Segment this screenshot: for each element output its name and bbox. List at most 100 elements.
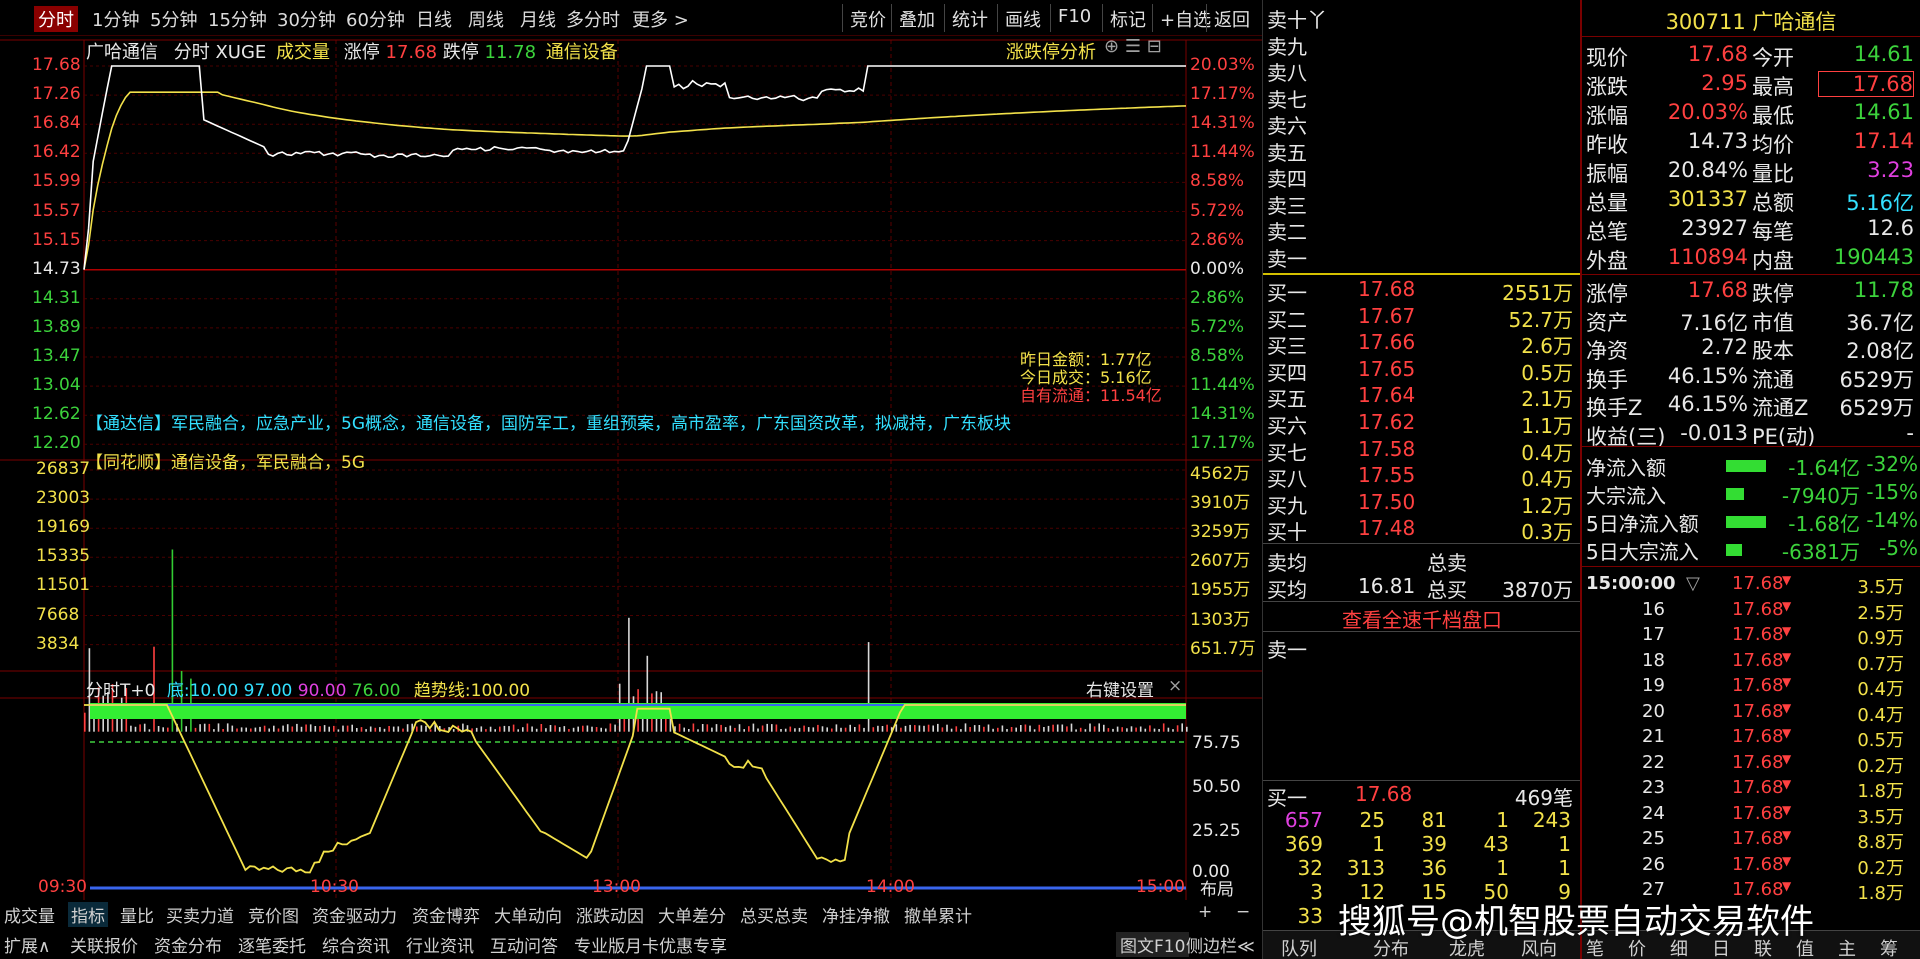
tab-5min[interactable]: 5分钟 — [150, 6, 197, 32]
bottom-tab-1[interactable]: 指标 — [68, 902, 108, 927]
menu-icon[interactable]: ☰ — [1125, 36, 1141, 57]
book-divider — [1263, 273, 1581, 275]
bottom-tab2-5[interactable]: 行业资讯 — [406, 932, 474, 957]
tab-15min[interactable]: 15分钟 — [208, 6, 267, 32]
quote2-value: 7.16亿 — [1680, 310, 1748, 335]
volume-bar — [729, 725, 732, 732]
quote-label: 最低 — [1752, 104, 1794, 128]
close-icon[interactable]: × — [1168, 676, 1182, 696]
watermark: 搜狐号@机智股票自动交易软件 — [1338, 902, 1814, 942]
queue-buy1-count: 469笔 — [1514, 786, 1573, 810]
volume-bar — [328, 726, 330, 732]
bid-row[interactable]: 买一 17.68 2551万 — [1263, 277, 1581, 305]
tab-weekly[interactable]: 周线 — [468, 6, 504, 32]
ask-label: 卖一 — [1267, 246, 1307, 271]
bid-row[interactable]: 买七 17.58 0.4万 — [1263, 437, 1581, 465]
tab-30min[interactable]: 30分钟 — [277, 6, 336, 32]
indicator-title[interactable]: 分时T+0 — [86, 681, 155, 701]
bid-row[interactable]: 买十 17.48 0.3万 — [1263, 516, 1581, 544]
tab-60min[interactable]: 60分钟 — [346, 6, 405, 32]
mark-button[interactable]: 标记 — [1102, 4, 1153, 32]
sidebar-toggle[interactable]: 侧边栏≪ — [1186, 932, 1255, 957]
bottom-tab-5[interactable]: 资金驱动力 — [312, 902, 397, 927]
tab-queue[interactable]: 队列 — [1281, 935, 1317, 959]
tab-multi-intraday[interactable]: 多分时 — [566, 6, 620, 32]
full-depth-link[interactable]: 查看全速千档盘口 — [1263, 604, 1581, 632]
overlay-button[interactable]: 叠加 — [891, 4, 942, 32]
back-button[interactable]: 返回 — [1206, 4, 1257, 32]
volume-bar — [199, 724, 201, 732]
volume-bar — [789, 726, 792, 732]
volume-bar — [392, 726, 395, 732]
queue-cell: 43 — [1483, 832, 1509, 856]
bid-row[interactable]: 买三 17.66 2.6万 — [1263, 330, 1581, 358]
bottom-tab-8[interactable]: 涨跌动因 — [576, 902, 644, 927]
volume-bar — [535, 728, 538, 732]
tick-tab-7[interactable]: 筹 — [1880, 935, 1898, 959]
ask-label: 卖十丫 — [1267, 8, 1327, 32]
pct-axis-label: 5.72% — [1190, 316, 1245, 337]
bottom-tab-11[interactable]: 净挂净撤 — [822, 902, 890, 927]
layout-button[interactable]: 布局 — [1200, 875, 1234, 900]
tab-monthly[interactable]: 月线 — [520, 6, 556, 32]
intraday-chart[interactable]: 广哈通信 分时 XUGE 成交量 涨停 17.68 跌停 11.78 通信设备 … — [0, 36, 1262, 900]
bottom-tab2-2[interactable]: 资金分布 — [154, 932, 222, 957]
price-line — [83, 65, 1186, 270]
expand-icon[interactable]: ⊟ — [1147, 36, 1162, 57]
bottom-tab-6[interactable]: 资金博弈 — [412, 902, 480, 927]
bid-row[interactable]: 买八 17.55 0.4万 — [1263, 463, 1581, 491]
bottom-tab-0[interactable]: 成交量 — [4, 902, 55, 927]
bottom-tab2-7[interactable]: 专业版月卡优惠专享 — [574, 932, 727, 957]
tab-intraday[interactable]: 分时 — [34, 6, 78, 32]
bottom-tab-3[interactable]: 买卖力道 — [166, 902, 234, 927]
bottom-tab-4[interactable]: 竞价图 — [248, 902, 299, 927]
bid-row[interactable]: 买九 17.50 1.2万 — [1263, 490, 1581, 518]
v2: 97.00 — [243, 681, 293, 701]
bottom-tab-12[interactable]: 撤单累计 — [904, 902, 972, 927]
quote-value: 20.03% — [1667, 100, 1748, 124]
plus-button[interactable]: + — [1198, 902, 1212, 922]
flow-pct: -15% — [1866, 480, 1918, 504]
bottom-tab-10[interactable]: 总买总卖 — [740, 902, 808, 927]
minus-button[interactable]: − — [1236, 902, 1250, 922]
ask-row: 卖五 — [1263, 137, 1581, 165]
right-click-settings[interactable]: 右键设置 — [1086, 676, 1154, 701]
flow-pct: -5% — [1879, 536, 1918, 560]
bottom-tab2-6[interactable]: 互动问答 — [490, 932, 558, 957]
graphic-f10-button[interactable]: 图文F10 — [1116, 932, 1190, 957]
ask-label: 卖三 — [1267, 193, 1307, 218]
bid-row[interactable]: 买五 17.64 2.1万 — [1263, 383, 1581, 411]
volume-bar — [323, 725, 326, 732]
bid-row[interactable]: 买四 17.65 0.5万 — [1263, 357, 1581, 385]
bottom-tab2-3[interactable]: 逐笔委托 — [238, 932, 306, 957]
stats-button[interactable]: 统计 — [944, 4, 995, 32]
ask-row: 卖八 — [1263, 57, 1581, 85]
bottom-tab-9[interactable]: 大单差分 — [658, 902, 726, 927]
bottom-tab-7[interactable]: 大单动向 — [494, 902, 562, 927]
auction-button[interactable]: 竞价 — [842, 4, 893, 32]
volume-bar — [185, 726, 187, 732]
queue-cell: 1 — [1558, 856, 1571, 880]
queue-cell: 369 — [1284, 832, 1323, 856]
tick-price: 17.68 — [1732, 624, 1784, 645]
bottom-tab-2[interactable]: 量比 — [120, 902, 154, 927]
f10-button[interactable]: F10 — [1050, 4, 1098, 32]
bid-row[interactable]: 买六 17.62 1.1万 — [1263, 410, 1581, 438]
volume-bar — [803, 725, 805, 732]
down-arrow-icon: ▼ — [1782, 777, 1792, 791]
bid-volume: 0.5万 — [1521, 360, 1573, 385]
collapse-icon[interactable]: ⊕ — [1104, 36, 1119, 57]
draw-button[interactable]: 画线 — [997, 4, 1048, 32]
tab-more[interactable]: 更多 > — [632, 6, 689, 32]
tick-tab-6[interactable]: 主 — [1838, 935, 1856, 959]
tab-1min[interactable]: 1分钟 — [92, 6, 139, 32]
queue-buy-divider — [1263, 780, 1581, 781]
bid-row[interactable]: 买二 17.67 52.7万 — [1263, 304, 1581, 332]
limit-analysis-link[interactable]: 涨跌停分析 — [1006, 38, 1096, 64]
quote-label: 每笔 — [1752, 220, 1794, 244]
pct-axis-label: 14.31% — [1190, 404, 1255, 425]
bottom-tab2-1[interactable]: 关联报价 — [70, 932, 138, 957]
tab-daily[interactable]: 日线 — [416, 6, 452, 32]
bottom-tab2-4[interactable]: 综合资讯 — [322, 932, 390, 957]
bottom-tab2-0[interactable]: 扩展∧ — [4, 932, 50, 957]
